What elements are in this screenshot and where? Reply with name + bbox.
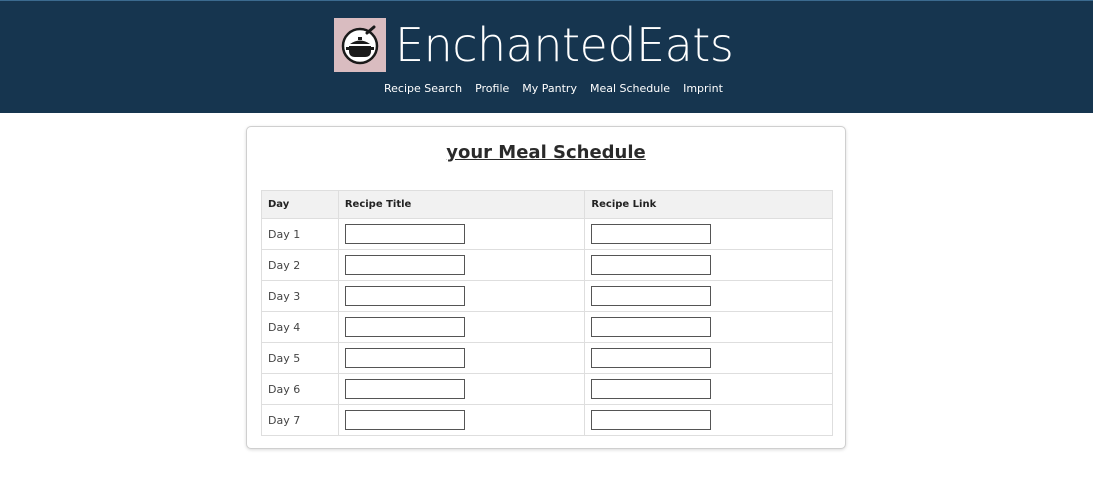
logo[interactable] — [334, 18, 386, 72]
recipe-title-input[interactable] — [344, 348, 465, 368]
recipe-title-input[interactable] — [344, 286, 465, 306]
nav-imprint[interactable]: Imprint — [683, 82, 723, 95]
day-label: Day 7 — [261, 404, 339, 436]
recipe-link-input[interactable] — [591, 410, 712, 430]
site-header: EnchantedEats Recipe Search Profile My P… — [0, 0, 1093, 113]
nav-profile[interactable]: Profile — [475, 82, 509, 95]
table-row: Day 4 — [261, 311, 833, 343]
column-header-day: Day — [261, 190, 339, 219]
day-label: Day 2 — [261, 249, 339, 281]
table-row: Day 6 — [261, 373, 833, 405]
column-header-recipe-link: Recipe Link — [584, 190, 833, 219]
main-nav: Recipe Search Profile My Pantry Meal Sch… — [384, 82, 723, 95]
recipe-link-input[interactable] — [591, 348, 712, 368]
recipe-link-input[interactable] — [591, 317, 712, 337]
recipe-link-input[interactable] — [591, 379, 712, 399]
page-title: your Meal Schedule — [446, 142, 646, 163]
nav-meal-schedule[interactable]: Meal Schedule — [590, 82, 670, 95]
day-label: Day 3 — [261, 280, 339, 312]
recipe-title-input[interactable] — [344, 224, 465, 244]
meal-schedule-table: Day Recipe Title Recipe Link Day 1 Day 2… — [261, 190, 833, 436]
site-title[interactable]: EnchantedEats — [395, 17, 734, 73]
recipe-link-input[interactable] — [591, 224, 712, 244]
table-row: Day 1 — [261, 218, 833, 250]
brand[interactable]: EnchantedEats — [334, 17, 734, 73]
day-label: Day 1 — [261, 218, 339, 250]
recipe-title-input[interactable] — [344, 255, 465, 275]
table-row: Day 3 — [261, 280, 833, 312]
day-label: Day 5 — [261, 342, 339, 374]
recipe-link-input[interactable] — [591, 255, 712, 275]
cooking-pot-icon — [341, 25, 379, 65]
column-header-recipe-title: Recipe Title — [337, 190, 586, 219]
day-label: Day 6 — [261, 373, 339, 405]
nav-my-pantry[interactable]: My Pantry — [522, 82, 577, 95]
recipe-title-input[interactable] — [344, 410, 465, 430]
table-row: Day 2 — [261, 249, 833, 281]
meal-schedule-card: your Meal Schedule Day Recipe Title Reci… — [246, 126, 846, 449]
recipe-link-input[interactable] — [591, 286, 712, 306]
day-label: Day 4 — [261, 311, 339, 343]
table-row: Day 7 — [261, 404, 833, 436]
recipe-title-input[interactable] — [344, 379, 465, 399]
recipe-title-input[interactable] — [344, 317, 465, 337]
table-row: Day 5 — [261, 342, 833, 374]
nav-recipe-search[interactable]: Recipe Search — [384, 82, 462, 95]
table-header-row: Day Recipe Title Recipe Link — [261, 190, 833, 219]
